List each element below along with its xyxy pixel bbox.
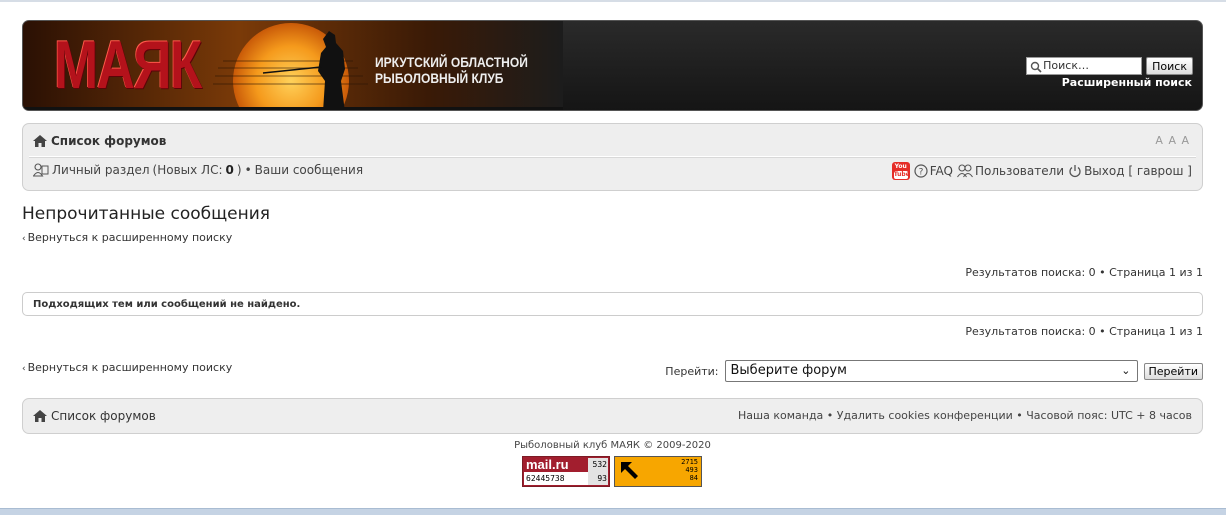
- nav-right-links: You Tube ? FAQ Пользователи Выход [гавр…: [891, 162, 1192, 180]
- liveinternet-counter[interactable]: 2715 493 84: [614, 456, 702, 487]
- pagination-bottom: Результатов поиска: 0 • Страница 1 из 1: [965, 325, 1203, 338]
- faq-label: FAQ: [929, 164, 953, 178]
- window-top-edge: [0, 0, 1226, 2]
- font-resize-control[interactable]: A A A: [1155, 134, 1190, 147]
- svg-text:?: ?: [918, 168, 923, 178]
- home-icon: [33, 135, 47, 147]
- footer-forum-index-link[interactable]: Список форумов: [51, 409, 156, 423]
- footer-nav: Список форумов Наша команда • Удалить co…: [22, 398, 1203, 434]
- personal-section-icon: [33, 163, 49, 177]
- back-link-label: Вернуться к расширенному поиску: [27, 361, 233, 374]
- club-name: ИРКУТСКИЙ ОБЛАСТНОЙ РЫБОЛОВНЫЙ КЛУБ: [375, 54, 528, 86]
- chevron-left-icon: ‹: [22, 364, 26, 374]
- faq-link[interactable]: ? FAQ: [914, 164, 953, 178]
- mailru-count-1: 532: [588, 458, 608, 472]
- your-posts-link[interactable]: Ваши сообщения: [255, 163, 363, 177]
- no-results-panel: Подходящих тем или сообщений не найдено.: [22, 292, 1203, 316]
- site-header: МАЯК ИРКУТСКИЙ ОБЛАСТНОЙ РЫБОЛОВНЫЙ КЛУБ…: [22, 20, 1203, 111]
- home-icon: [33, 410, 47, 422]
- site-logo[interactable]: МАЯК: [54, 25, 202, 105]
- arrow-up-left-icon: [621, 462, 638, 479]
- liveinternet-counts: 2715 493 84: [681, 458, 698, 482]
- chevron-left-icon: ‹: [22, 234, 26, 244]
- jump-label: Перейти:: [665, 364, 719, 378]
- forum-select[interactable]: Выберите форум ⌄: [724, 360, 1138, 382]
- new-pm-prefix[interactable]: (Новых ЛС:: [153, 163, 223, 177]
- forum-select-value: Выберите форум: [730, 363, 847, 378]
- jump-button[interactable]: Перейти: [1143, 362, 1203, 380]
- forum-index-link[interactable]: Список форумов: [51, 134, 166, 148]
- copyright: Рыболовный клуб МАЯК © 2009-2020: [514, 440, 711, 451]
- breadcrumb: Список форумов: [33, 134, 166, 148]
- footer-breadcrumb: Список форумов: [33, 409, 156, 423]
- users-icon: [956, 164, 973, 178]
- jump-box: Перейти: Выберите форум ⌄ Перейти: [665, 360, 1203, 382]
- page-title: Непрочитанные сообщения: [22, 204, 270, 224]
- advanced-search-link[interactable]: Расширенный поиск: [1062, 76, 1192, 89]
- nav-divider: [29, 156, 1196, 158]
- nav-bar: Список форумов A A A Личный раздел (Новы…: [22, 123, 1203, 191]
- search-icon: [1030, 61, 1042, 73]
- power-icon: [1069, 165, 1081, 178]
- back-to-search-link-bottom[interactable]: ‹ Вернуться к расширенному поиску: [22, 361, 232, 374]
- chevron-down-icon: ⌄: [1121, 364, 1131, 377]
- footer-links[interactable]: Наша команда • Удалить cookies конференц…: [738, 409, 1192, 422]
- search-form: Поиск… Поиск: [1026, 57, 1193, 75]
- new-pm-count[interactable]: 0: [226, 163, 234, 177]
- personal-section-link[interactable]: Личный раздел: [52, 163, 150, 177]
- window-bottom-edge: [0, 508, 1226, 515]
- back-link-label: Вернуться к расширенному поиску: [27, 231, 233, 244]
- users-link[interactable]: Пользователи: [956, 164, 1065, 178]
- user-links: Личный раздел (Новых ЛС: 0) • Ваши сообщ…: [33, 163, 363, 177]
- pagination-top: Результатов поиска: 0 • Страница 1 из 1: [965, 266, 1203, 279]
- logout-label: Выход [ гаврош ]: [1084, 164, 1192, 178]
- mailru-count-3: 93: [588, 472, 608, 485]
- youtube-icon[interactable]: You Tube: [891, 162, 910, 180]
- new-pm-suffix: ): [236, 163, 242, 177]
- users-label: Пользователи: [974, 164, 1065, 178]
- logout-link[interactable]: Выход [ гаврош ]: [1068, 164, 1192, 178]
- mailru-logo: mail.ru: [526, 457, 569, 472]
- search-input[interactable]: Поиск…: [1026, 57, 1143, 75]
- search-button[interactable]: Поиск: [1146, 57, 1193, 75]
- page-wrapper: МАЯК ИРКУТСКИЙ ОБЛАСТНОЙ РЫБОЛОВНЫЙ КЛУБ…: [22, 20, 1203, 487]
- separator: •: [244, 163, 252, 177]
- back-to-search-link-top[interactable]: ‹ Вернуться к расширенному поиску: [22, 231, 232, 244]
- faq-icon: ?: [914, 164, 928, 178]
- mailru-count-2: 62445738: [524, 472, 588, 485]
- mailru-counter[interactable]: mail.ru 532 62445738 93: [522, 456, 610, 487]
